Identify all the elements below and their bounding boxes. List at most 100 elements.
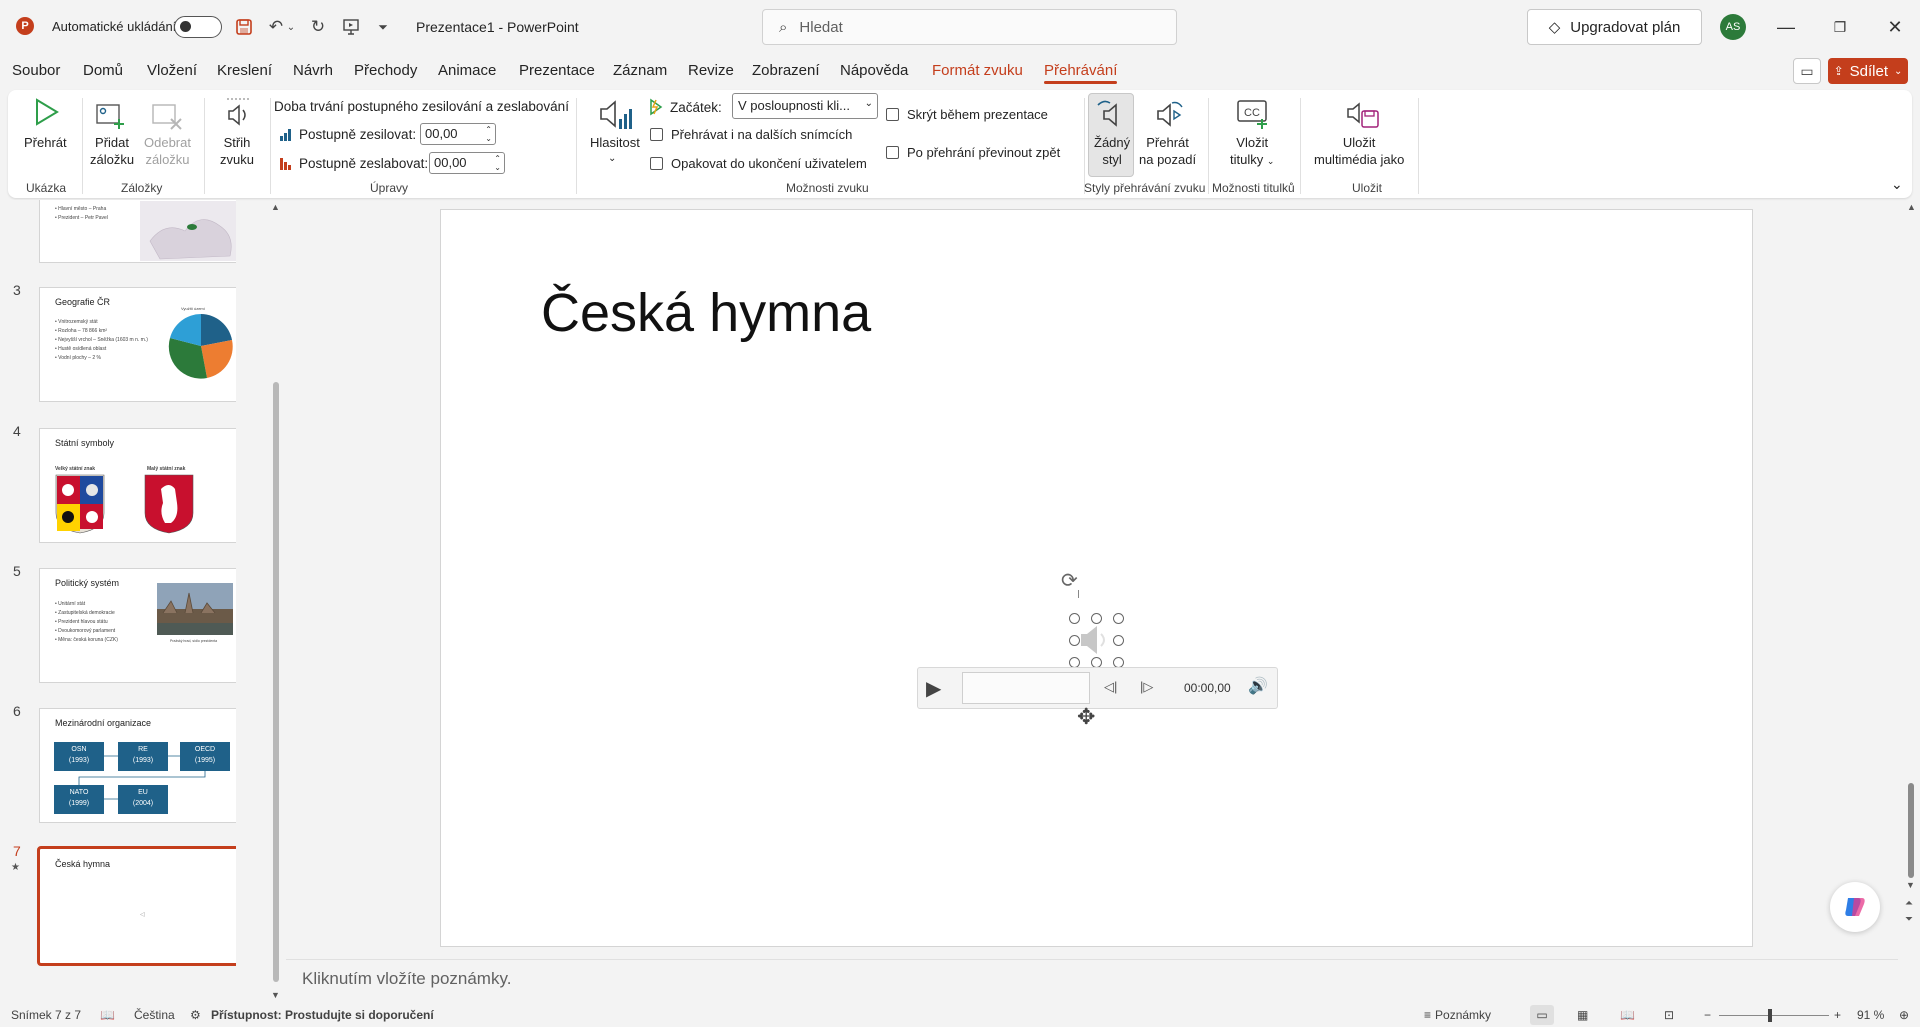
play-in-background-label[interactable]: Přehrát na pozadí xyxy=(1139,134,1196,168)
normal-view-icon[interactable]: ▭ xyxy=(1530,1005,1554,1025)
slide-thumbnail-5[interactable]: Politický systém • Unitární stát • Zastu… xyxy=(39,568,236,683)
share-button[interactable]: ⇪ Sdílet ⌄ xyxy=(1828,58,1908,84)
autosave-toggle[interactable] xyxy=(174,16,222,38)
loop-until-stopped-checkbox[interactable]: Opakovat do ukončení uživatelem xyxy=(650,156,867,171)
play-across-slides-checkbox[interactable]: Přehrávat i na dalších snímcích xyxy=(650,127,852,142)
tab-prezentace[interactable]: Prezentace xyxy=(519,62,595,79)
minimize-icon[interactable]: — xyxy=(1766,12,1806,42)
present-from-start-icon[interactable] xyxy=(338,14,364,40)
slideshow-view-icon[interactable]: ⊡ xyxy=(1664,1008,1674,1022)
player-progress-bar[interactable] xyxy=(962,672,1090,704)
tab-domu[interactable]: Domů xyxy=(83,62,123,79)
spinner-arrows-icon[interactable]: ⌃ ⌄ xyxy=(485,125,492,143)
tab-prechody[interactable]: Přechody xyxy=(354,62,417,79)
rewind-after-playing-checkbox[interactable]: Po přehrání převinout zpět xyxy=(886,145,1060,160)
slide-sorter-icon[interactable]: ▦ xyxy=(1577,1008,1588,1022)
resize-handle[interactable] xyxy=(1113,635,1124,646)
player-volume-icon[interactable]: 🔊 xyxy=(1248,676,1268,696)
thumb-scrollbar-thumb[interactable] xyxy=(273,382,279,982)
upgrade-button[interactable]: ◇ Upgradovat plán xyxy=(1527,9,1702,45)
play-icon[interactable] xyxy=(28,96,64,128)
trim-audio-icon[interactable] xyxy=(220,96,256,132)
thumb-bullets: • Hlavní město – Praha • Prezident – Petr… xyxy=(55,206,108,221)
slide-thumbnail-2[interactable]: • Hlavní město – Praha • Prezident – Petr… xyxy=(39,200,236,263)
player-back-icon[interactable]: ◁| xyxy=(1104,679,1117,695)
tab-revize[interactable]: Revize xyxy=(688,62,734,79)
accessibility-icon[interactable]: ⚙ xyxy=(190,1008,201,1022)
tab-vlozeni[interactable]: Vložení xyxy=(147,62,197,79)
canvas-scrollbar-thumb[interactable] xyxy=(1908,783,1914,878)
customize-toolbar-icon[interactable]: ⏷ xyxy=(370,14,396,40)
thumb-scroll-down-icon[interactable]: ▼ xyxy=(271,990,280,1000)
next-slide-icon[interactable]: ⏷ xyxy=(1905,914,1913,925)
spellcheck-icon[interactable]: 📖 xyxy=(100,1008,115,1022)
save-media-label[interactable]: Uložit multimédia jako xyxy=(1314,134,1404,168)
add-bookmark-label[interactable]: Přidat záložku xyxy=(90,134,134,168)
tab-navrh[interactable]: Návrh xyxy=(293,62,333,79)
save-icon[interactable] xyxy=(231,14,257,40)
tab-prehravani[interactable]: Přehrávání xyxy=(1044,62,1118,84)
reading-view-icon[interactable]: 📖 xyxy=(1620,1008,1635,1022)
player-forward-icon[interactable]: |▷ xyxy=(1140,679,1153,695)
tab-zaznam[interactable]: Záznam xyxy=(613,62,667,79)
fade-out-input[interactable]: 00,00 ⌃ ⌄ xyxy=(429,152,505,174)
notes-toggle[interactable]: ≡ Poznámky xyxy=(1424,1008,1491,1022)
canvas-scroll-up-icon[interactable]: ▲ xyxy=(1907,202,1916,212)
previous-slide-icon[interactable]: ⏶ xyxy=(1905,898,1913,909)
volume-chevron-icon[interactable]: ⌄ xyxy=(608,150,616,167)
copilot-button[interactable] xyxy=(1830,882,1880,932)
avatar[interactable]: AS xyxy=(1720,14,1746,40)
collapse-ribbon-icon[interactable]: ⌄ xyxy=(1891,176,1903,193)
canvas-scroll-down-icon[interactable]: ▼ xyxy=(1906,880,1915,890)
close-icon[interactable]: ✕ xyxy=(1875,12,1915,42)
tab-zobrazeni[interactable]: Zobrazení xyxy=(752,62,820,79)
zoom-slider-thumb[interactable] xyxy=(1768,1009,1772,1022)
rotate-handle-icon[interactable]: ⟳ xyxy=(1061,568,1078,593)
slide-canvas[interactable]: Česká hymna ⟳ ▶ ◁| |▷ 00:00,00 🔊 ✥ xyxy=(440,209,1753,947)
volume-label[interactable]: Hlasitost xyxy=(590,134,640,151)
play-in-background-icon[interactable] xyxy=(1150,96,1188,132)
player-play-icon[interactable]: ▶ xyxy=(926,676,941,701)
hide-during-show-checkbox[interactable]: Skrýt během prezentace xyxy=(886,107,1048,122)
zoom-in-icon[interactable]: + xyxy=(1834,1008,1841,1022)
add-bookmark-icon[interactable] xyxy=(94,100,130,132)
zoom-level[interactable]: 91 % xyxy=(1857,1008,1884,1022)
slide-thumbnail-3[interactable]: Geografie ČR • Vnitrozemský stát • Rozlo… xyxy=(39,287,236,402)
search-input[interactable]: ⌕ Hledat xyxy=(762,9,1177,45)
restore-icon[interactable]: ❐ xyxy=(1820,12,1860,42)
tab-animace[interactable]: Animace xyxy=(438,62,496,79)
language[interactable]: Čeština xyxy=(134,1008,175,1022)
comments-button[interactable]: ▭ xyxy=(1793,58,1821,84)
zoom-slider[interactable] xyxy=(1719,1015,1829,1016)
slide-thumbnail-4[interactable]: Státní symboly Velký státní znak Malý st… xyxy=(39,428,236,543)
slide-title[interactable]: Česká hymna xyxy=(541,282,871,344)
tab-napoveda[interactable]: Nápověda xyxy=(840,62,908,79)
resize-handle[interactable] xyxy=(1069,613,1080,624)
save-media-icon[interactable] xyxy=(1343,96,1383,132)
redo-icon[interactable]: ↻ xyxy=(305,14,331,40)
fit-to-window-icon[interactable]: ⊕ xyxy=(1899,1008,1909,1022)
undo-dropdown-icon[interactable]: ⌄ xyxy=(285,14,297,40)
trim-audio-label[interactable]: Střih zvuku xyxy=(220,134,254,168)
resize-handle[interactable] xyxy=(1069,635,1080,646)
play-label[interactable]: Přehrát xyxy=(24,134,67,151)
volume-icon[interactable] xyxy=(596,96,636,134)
thumb-scroll-up-icon[interactable]: ▲ xyxy=(271,202,280,212)
tab-format-zvuku[interactable]: Formát zvuku xyxy=(932,62,1023,79)
accessibility-status[interactable]: Přístupnost: Prostudujte si doporučení xyxy=(211,1008,434,1022)
notes-placeholder[interactable]: Kliknutím vložíte poznámky. xyxy=(302,969,511,989)
notes-pane[interactable]: Kliknutím vložíte poznámky. xyxy=(286,959,1898,995)
start-dropdown[interactable]: V posloupnosti kli... ⌄ xyxy=(732,93,878,119)
slide-thumbnail-7[interactable]: Česká hymna ◁ xyxy=(37,846,236,966)
slide-thumbnail-6[interactable]: Mezinárodní organizace OSN (1993) RE (1993… xyxy=(39,708,236,823)
fade-in-input[interactable]: 00,00 ⌃ ⌄ xyxy=(420,123,496,145)
resize-handle[interactable] xyxy=(1113,613,1124,624)
tab-soubor[interactable]: Soubor xyxy=(12,62,60,79)
resize-handle[interactable] xyxy=(1091,613,1102,624)
tab-kresleni[interactable]: Kreslení xyxy=(217,62,272,79)
spinner-arrows-icon[interactable]: ⌃ ⌄ xyxy=(494,154,501,172)
zoom-out-icon[interactable]: − xyxy=(1704,1008,1711,1022)
captions-cc-icon[interactable]: CC xyxy=(1234,96,1272,132)
svg-text:CC: CC xyxy=(1244,107,1260,119)
insert-captions-label[interactable]: Vložit titulky ⌄ xyxy=(1230,134,1274,170)
